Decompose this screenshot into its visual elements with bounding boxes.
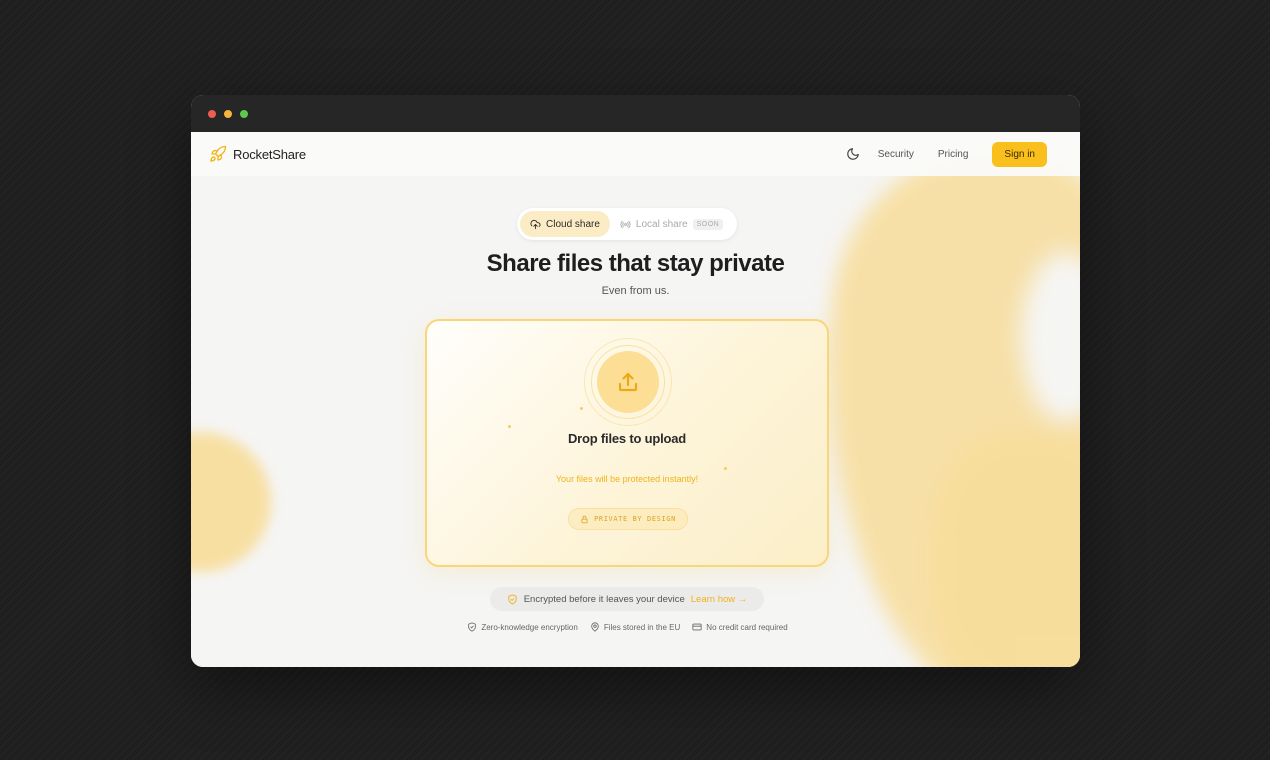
feature-label: Files stored in the EU: [603, 622, 681, 632]
maximize-window-button[interactable]: [240, 109, 248, 118]
brand-name: RocketShare: [233, 146, 306, 162]
dropzone-title: Drop files to upload: [567, 431, 687, 446]
shield-check-icon: [468, 622, 477, 632]
soon-badge: SOON: [692, 218, 724, 230]
page-viewport: RocketShare Security Pricing Sign in Clo…: [191, 132, 1080, 667]
dropzone-subtitle: Your files will be protected instantly!: [555, 474, 699, 484]
encryption-text: Encrypted before it leaves your device: [523, 593, 685, 605]
feature-item: Zero-knowledge encryption: [467, 622, 578, 632]
tab-label: Local share: [635, 218, 688, 230]
browser-window: RocketShare Security Pricing Sign in Clo…: [191, 95, 1080, 667]
file-dropzone[interactable]: Drop files to upload Your files will be …: [425, 319, 829, 567]
lock-icon: [581, 515, 588, 523]
broadcast-icon: [620, 220, 631, 228]
tab-cloud-share[interactable]: Cloud share: [520, 211, 610, 237]
tab-local-share[interactable]: Local share SOON: [610, 218, 733, 230]
decorative-blob: [191, 432, 271, 572]
feature-label: No credit card required: [706, 622, 788, 632]
nav-link-security[interactable]: Security: [878, 149, 914, 160]
encryption-note: Encrypted before it leaves your device L…: [490, 587, 764, 611]
feature-item: No credit card required: [692, 622, 788, 632]
feature-label: Zero-knowledge encryption: [481, 622, 578, 632]
private-badge: PRIVATE BY DESIGN: [568, 508, 688, 530]
sparkle-dot: [580, 407, 583, 410]
upload-icon: [618, 372, 638, 392]
upload-button[interactable]: [597, 351, 659, 413]
hero-title: Share files that stay private: [486, 250, 785, 277]
nav-actions: Security Pricing Sign in: [846, 141, 1062, 167]
learn-how-link[interactable]: Learn how →: [691, 594, 748, 605]
brand[interactable]: RocketShare: [209, 145, 306, 163]
nav-link-pricing[interactable]: Pricing: [938, 149, 969, 160]
feature-item: Files stored in the EU: [590, 622, 680, 632]
share-mode-toggle: Cloud share Local share SOON: [517, 208, 737, 240]
sparkle-dot: [508, 425, 511, 428]
credit-card-icon: [692, 623, 702, 631]
tab-label: Cloud share: [546, 218, 600, 230]
moon-icon[interactable]: [846, 147, 860, 161]
sign-in-button[interactable]: Sign in: [992, 141, 1047, 167]
feature-list: Zero-knowledge encryption Files stored i…: [191, 622, 1064, 632]
badge-label: PRIVATE BY DESIGN: [594, 515, 676, 523]
close-window-button[interactable]: [208, 109, 216, 118]
minimize-window-button[interactable]: [224, 109, 232, 118]
location-pin-icon: [591, 622, 599, 632]
shield-icon: [508, 593, 517, 605]
rocket-icon: [210, 145, 227, 162]
window-titlebar: [191, 95, 1080, 132]
hero-subtitle: Even from us.: [601, 285, 670, 297]
sparkle-dot: [724, 467, 727, 470]
cloud-upload-icon: [530, 219, 541, 229]
top-navbar: RocketShare Security Pricing Sign in: [191, 132, 1080, 176]
